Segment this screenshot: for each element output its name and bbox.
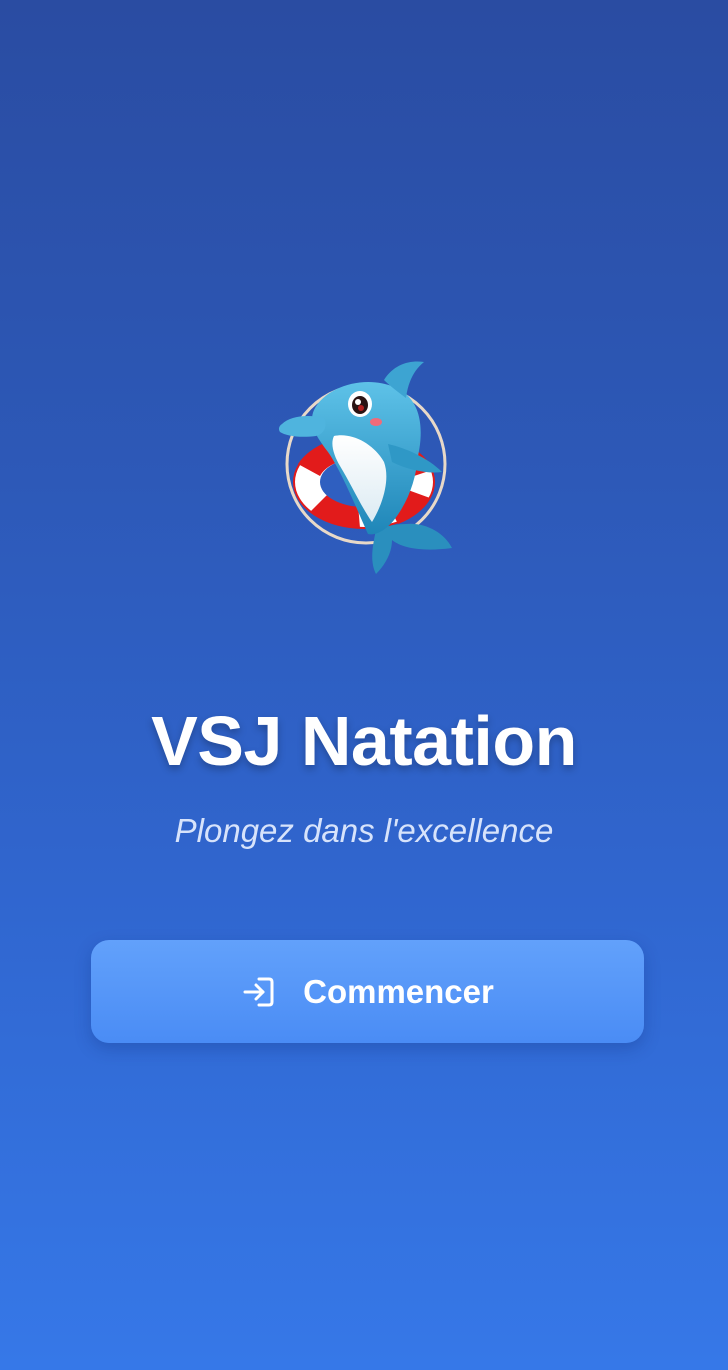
app-title: VSJ Natation xyxy=(151,702,577,780)
start-button[interactable]: Commencer xyxy=(91,940,644,1043)
start-button-label: Commencer xyxy=(303,972,494,1010)
welcome-screen: VSJ Natation Plongez dans l'excellence C… xyxy=(0,0,728,1370)
login-icon xyxy=(241,974,277,1010)
app-tagline: Plongez dans l'excellence xyxy=(174,812,554,849)
dolphin-lifebuoy-icon xyxy=(268,352,464,584)
